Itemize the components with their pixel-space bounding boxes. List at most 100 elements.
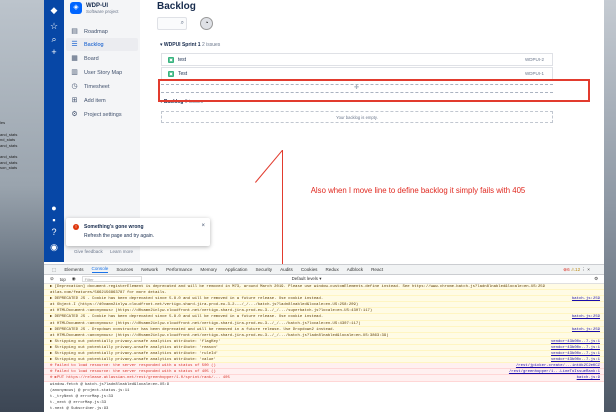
error-flag: ! Something's gone wrong Refresh the pag… xyxy=(66,218,210,246)
sidebar-item-label: Project settings xyxy=(84,111,122,118)
console-log-text: at HTMLDocument.<anonymous> (https://d0v… xyxy=(50,333,389,338)
console-log-source-link[interactable]: /rest/jpicker-create/...int#k2C2eKCZ xyxy=(515,363,604,369)
tab-performance[interactable]: Performance xyxy=(166,267,192,272)
avatar[interactable]: ◔ xyxy=(200,17,213,30)
tab-adblock[interactable]: Adblock xyxy=(347,267,363,272)
devtools-counters[interactable]: ⊗6 ⚠12 ⋮ × xyxy=(563,267,590,273)
give-feedback-link[interactable]: Give feedback xyxy=(74,249,103,254)
sidebar-item-label: Roadmap xyxy=(84,28,108,35)
console-log-text: ▶ DEPRECATED JS - Cookie has been deprec… xyxy=(50,315,324,320)
tab-memory[interactable]: Memory xyxy=(200,267,217,272)
sidebar-item-add-item[interactable]: ⊞ Add item xyxy=(66,94,138,107)
log-levels-select[interactable]: Default levels ▾ xyxy=(292,276,322,282)
console-log-text: ▶ Stripping out potentially privacy-unsa… xyxy=(50,358,216,363)
tab-redux[interactable]: Redux xyxy=(325,267,338,272)
console-log-text: t._next @ errorMap.js:33 xyxy=(50,400,107,405)
search-input[interactable]: ⌕ xyxy=(157,17,187,30)
search-icon: ⌕ xyxy=(180,20,184,26)
sidebar-item-roadmap[interactable]: ▤ Roadmap xyxy=(66,25,138,38)
tab-sources[interactable]: Sources xyxy=(116,267,133,272)
story-map-icon: ▥ xyxy=(71,69,78,76)
tab-elements[interactable]: Elements xyxy=(64,267,83,272)
help-icon[interactable]: ? xyxy=(48,226,60,238)
console-log-text: atlas.com/features/5662156863787 for mor… xyxy=(50,291,167,296)
error-count: 6 xyxy=(567,267,570,272)
sidebar-item-user-story-map[interactable]: ▥ User Story Map xyxy=(66,66,138,79)
issue-key[interactable]: WDPUI-1 xyxy=(525,71,544,76)
roadmap-icon: ▤ xyxy=(71,28,78,35)
warning-count: 12 xyxy=(575,267,581,272)
devtools-tabs: ⬚ Elements Console Sources Network Perfo… xyxy=(44,265,604,275)
sidebar-item-label: Backlog xyxy=(84,41,104,48)
project-avatar: ◈ xyxy=(70,2,82,14)
project-type: Software project xyxy=(86,8,119,14)
tab-network[interactable]: Network xyxy=(141,267,158,272)
sidebar-item-board[interactable]: ▦ Board xyxy=(66,52,138,65)
learn-more-link[interactable]: Learn more xyxy=(110,249,133,254)
more-icon[interactable]: ⋮ × xyxy=(581,267,590,272)
sidebar-item-label: User Story Map xyxy=(84,69,123,76)
tab-audits[interactable]: Audits xyxy=(280,267,293,272)
project-header[interactable]: ◈ WDP-UI Software project xyxy=(70,2,119,14)
console-log-source-link[interactable]: batch.js:9 xyxy=(576,375,604,381)
sidebar-item-backlog[interactable]: ☰ Backlog xyxy=(66,38,138,51)
tab-react[interactable]: React xyxy=(371,267,383,272)
console-log-text: ▶ Stripping out potentially privacy-unsa… xyxy=(50,352,219,357)
context-select[interactable]: top xyxy=(60,277,66,282)
console-log-text: ▶ DEPRECATED JS - Cookie has been deprec… xyxy=(50,297,324,302)
timesheet-icon: ◷ xyxy=(71,83,78,90)
jira-logo-icon[interactable]: ◆ xyxy=(48,4,60,16)
console-filter-input[interactable]: Filter xyxy=(81,276,142,282)
desktop-file-item[interactable] xyxy=(0,171,40,177)
error-icon: ! xyxy=(73,224,79,230)
clear-console-icon[interactable]: ⊘ xyxy=(50,276,54,282)
apps-icon[interactable]: ▪ xyxy=(48,214,60,226)
console-log-source-link[interactable]: vendor~43b00c..7.js:1 xyxy=(550,357,604,363)
sprint-issue-count: 2 issues xyxy=(201,42,221,48)
console-log-row[interactable]: t.next @ Subscriber.js:93 xyxy=(44,405,604,412)
desktop-background-right xyxy=(604,0,616,412)
console-log-source-link[interactable]: vendor~43b00c..7.js:1 xyxy=(550,338,604,344)
issue-key[interactable]: WDPUI-2 xyxy=(525,57,544,62)
devtools-inspect-icon[interactable]: ⬚ xyxy=(52,267,56,273)
console-log-source-link[interactable]: batch.js:259 xyxy=(571,314,604,320)
search-icon[interactable]: ⌕ xyxy=(48,33,60,45)
close-icon[interactable]: × xyxy=(201,223,205,229)
annotation-text: Also when I move line to define backlog … xyxy=(310,186,526,195)
flag-message: Refresh the page and try again. xyxy=(84,233,155,239)
sidebar-item-timesheet[interactable]: ◷ Timesheet xyxy=(66,80,138,93)
console-log-source-link[interactable]: batch.js:259 xyxy=(571,296,604,302)
console-log-source-link[interactable]: vendor~43b00c..7.js:1 xyxy=(550,344,604,351)
tab-security[interactable]: Security xyxy=(255,267,272,272)
tab-cookies[interactable]: Cookies xyxy=(301,267,318,272)
console-toolbar: ⊘ top ◉ Filter Default levels ▾ ⚙ xyxy=(44,275,604,284)
profile-icon[interactable]: ◉ xyxy=(48,241,60,253)
eye-icon[interactable]: ◉ xyxy=(72,276,76,282)
issue-row[interactable]: ▣ test WDPUI-2 xyxy=(161,53,553,66)
sidebar-item-project-settings[interactable]: ⚙ Project settings xyxy=(66,108,138,121)
devtools-panel: ⬚ Elements Console Sources Network Perfo… xyxy=(44,264,604,412)
browser-window: ◆ ☆ ⌕ + ● ▪ ? ◉ ◈ WDP-UI Software projec… xyxy=(44,0,604,412)
tab-console[interactable]: Console xyxy=(91,266,109,273)
desktop-file-list: les and_stats nd_stats and_stats and_stats an… xyxy=(0,98,40,176)
sprint-header[interactable]: ▾ WDPUI Sprint 1 2 issues xyxy=(160,42,220,48)
console-log-source-link[interactable]: vendor~43b00c..7.js:1 xyxy=(550,351,604,357)
console-log-list: ▶ [Deprecation] document.registerElement… xyxy=(44,284,604,412)
console-log-text: ▶ Stripping out potentially privacy-unsa… xyxy=(50,345,219,350)
star-icon[interactable]: ☆ xyxy=(48,20,60,32)
console-log-text: ⊗ Failed to load resource: the server re… xyxy=(50,364,216,369)
issue-summary: Test xyxy=(178,70,188,77)
global-navigation: ◆ ☆ ⌕ + ● ▪ ? ◉ xyxy=(44,0,64,262)
tab-application[interactable]: Application xyxy=(225,267,247,272)
console-log-source-link[interactable]: batch.js:259 xyxy=(571,326,604,332)
console-log-text: ⊗ ▶PUT https://release.atlassian.net/res… xyxy=(50,376,230,381)
story-icon: ▣ xyxy=(168,70,174,77)
console-log-source-link[interactable]: /rest/greenhopper/1...LineToIssueRank:1 xyxy=(508,369,604,375)
console-log-text: at HTMLDocument.<anonymous> (https://d0v… xyxy=(50,309,373,314)
page-title: Backlog xyxy=(157,1,196,12)
settings-gear-icon[interactable]: ⚙ xyxy=(594,276,598,282)
notification-icon[interactable]: ● xyxy=(48,202,60,214)
create-icon[interactable]: + xyxy=(48,46,60,58)
backlog-empty-message: Your backlog is empty. xyxy=(161,111,553,123)
board-icon: ▦ xyxy=(71,55,78,62)
